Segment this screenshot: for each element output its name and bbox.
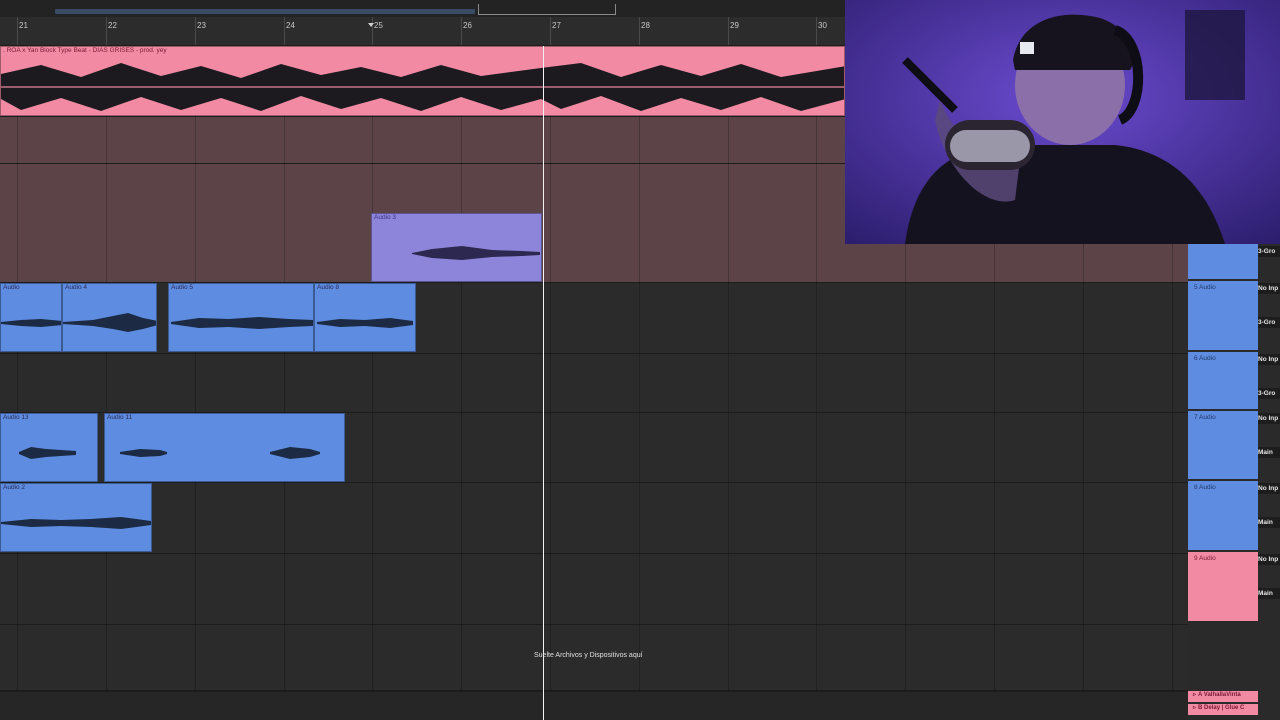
input-label: No Inp	[1258, 415, 1279, 422]
fold-icon[interactable]: ▹	[1193, 691, 1196, 698]
ruler-tick	[17, 17, 18, 45]
track-header-5-audio[interactable]: 5 Audio	[1188, 281, 1258, 351]
ruler-bar-29: 29	[730, 21, 739, 30]
ruler-tick	[816, 17, 817, 45]
output-label: Main	[1258, 519, 1273, 526]
clip-audio-5[interactable]: Audio 5	[168, 283, 314, 352]
clip-audio-8[interactable]: Audio 8	[314, 283, 416, 352]
output-label: Main	[1258, 449, 1273, 456]
ruler-bar-25: 25	[374, 21, 383, 30]
webcam-overlay	[845, 0, 1280, 244]
playhead-marker-icon[interactable]	[368, 23, 374, 27]
clip-name: Audio 2	[3, 484, 26, 491]
grid-line	[728, 46, 729, 720]
playhead	[543, 46, 544, 720]
fold-icon[interactable]: ▹	[1193, 704, 1196, 711]
clip-waveform	[1, 517, 151, 529]
clip-name: . ROA x Yan Block Type Beat - DIAS GRISE…	[3, 47, 167, 54]
clip-waveform	[1, 63, 844, 111]
ruler-bar-22: 22	[108, 21, 117, 30]
track-header-9-audio[interactable]: 9 Audio	[1188, 552, 1258, 622]
ruler-bar-23: 23	[197, 21, 206, 30]
clip-waveform	[120, 447, 320, 459]
input-label: No Inp	[1258, 485, 1279, 492]
clip-waveform	[1, 319, 61, 327]
ruler-tick	[461, 17, 462, 45]
track-lane-9-audio[interactable]	[0, 554, 1188, 625]
grid-line	[195, 46, 196, 720]
grid-line	[284, 46, 285, 720]
clip-waveform	[171, 317, 313, 329]
return-track-name: B Delay | Glue C	[1198, 705, 1245, 711]
clip-audio-4[interactable]: Audio 4	[62, 283, 157, 352]
clip-waveform	[317, 318, 413, 328]
track-name: 9 Audio	[1194, 555, 1216, 562]
webcam-image	[845, 0, 1280, 244]
clip-name: Audio 13	[3, 414, 29, 421]
grid-line	[461, 46, 462, 720]
return-lanes[interactable]	[0, 691, 1188, 720]
ruler-bar-26: 26	[463, 21, 472, 30]
output-label: 3-Gro	[1258, 248, 1276, 255]
ruler-tick	[550, 17, 551, 45]
clip-audio[interactable]: Audio	[0, 283, 62, 352]
return-track-b[interactable]: ▹ B Delay | Glue C	[1188, 704, 1258, 715]
clip-beat[interactable]: . ROA x Yan Block Type Beat - DIAS GRISE…	[0, 46, 845, 116]
clip-audio-3[interactable]: Audio 3	[371, 213, 542, 282]
input-label: No Inp	[1258, 356, 1279, 363]
clip-audio-2[interactable]: Audio 2	[0, 483, 152, 552]
track-name: 6 Audio	[1194, 355, 1216, 362]
ruler-tick	[106, 17, 107, 45]
clip-name: Audio 4	[65, 284, 88, 291]
ruler-bar-30: 30	[818, 21, 827, 30]
clip-name: Audio	[3, 284, 20, 291]
track-lane-6-audio[interactable]	[0, 354, 1188, 413]
track-headers[interactable]: 5 Audio 6 Audio 7 Audio 8 Audio 9 Audio	[1188, 244, 1280, 720]
clip-name: Audio 5	[171, 284, 194, 291]
ruler-tick	[284, 17, 285, 45]
clip-audio-13[interactable]: Audio 13	[0, 413, 98, 482]
track-name: 8 Audio	[1194, 484, 1216, 491]
ruler-tick	[728, 17, 729, 45]
ruler-bar-21: 21	[19, 21, 28, 30]
grid-line	[550, 46, 551, 720]
ruler-bar-27: 27	[552, 21, 561, 30]
grid-line	[106, 46, 107, 720]
output-label: Main	[1258, 590, 1273, 597]
clip-name: Audio 3	[374, 214, 397, 221]
ruler-bar-24: 24	[286, 21, 295, 30]
overview-clip-strip	[55, 9, 475, 14]
output-label: 3-Gro	[1258, 390, 1276, 397]
ruler-bar-28: 28	[641, 21, 650, 30]
drop-zone-text: Suelte Archivos y Dispositivos aquí	[534, 652, 643, 659]
clip-name: Audio 11	[107, 414, 133, 421]
input-label: No Inp	[1258, 556, 1279, 563]
track-header-group[interactable]	[1188, 244, 1258, 280]
grid-line	[639, 46, 640, 720]
ruler-tick	[195, 17, 196, 45]
return-track-a[interactable]: ▹ A ValhallaVinta	[1188, 691, 1258, 702]
track-name: 5 Audio	[1194, 284, 1216, 291]
ruler-tick	[372, 17, 373, 45]
grid-line	[17, 46, 18, 720]
track-name: 7 Audio	[1194, 414, 1216, 421]
overview-visible-range[interactable]	[478, 4, 616, 15]
beat-time-ruler[interactable]: 21 22 23 24 25 26 27 28 29 30	[0, 17, 845, 46]
input-label: No Inp	[1258, 285, 1279, 292]
ruler-tick	[639, 17, 640, 45]
grid-line	[372, 46, 373, 720]
track-header-7-audio[interactable]: 7 Audio	[1188, 411, 1258, 480]
clip-waveform	[412, 246, 540, 260]
clip-name: Audio 8	[317, 284, 340, 291]
track-header-6-audio[interactable]: 6 Audio	[1188, 352, 1258, 410]
clip-waveform	[19, 447, 76, 459]
track-lane-8-audio[interactable]	[0, 483, 1188, 554]
grid-line	[816, 46, 817, 720]
clip-audio-11[interactable]: Audio 11	[104, 413, 345, 482]
output-label: 3-Gro	[1258, 319, 1276, 326]
clip-waveform	[63, 313, 156, 332]
track-header-8-audio[interactable]: 8 Audio	[1188, 481, 1258, 551]
return-track-name: A ValhallaVinta	[1198, 692, 1241, 698]
